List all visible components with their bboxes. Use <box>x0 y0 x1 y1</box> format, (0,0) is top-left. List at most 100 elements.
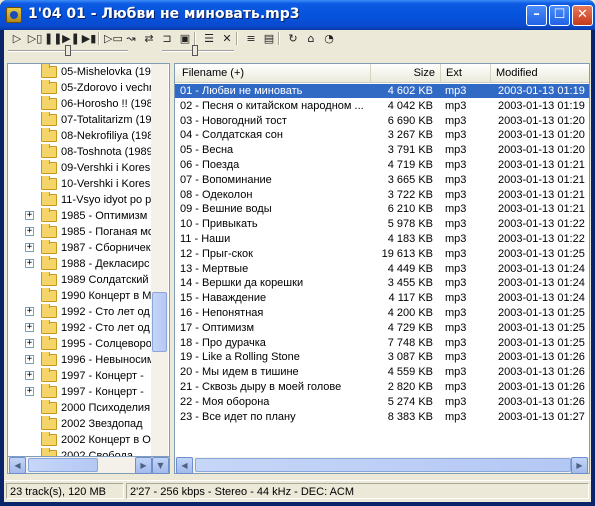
track-row[interactable]: 16 - Непонятная 4 200 KB mp3 2003-01-13 01:… <box>175 306 589 320</box>
track-row[interactable]: 06 - Поезда 4 719 KB mp3 2003-01-13 01:21 <box>175 158 589 172</box>
track-row[interactable]: 17 - Оптимизм 4 729 KB mp3 2003-01-13 01:25 <box>175 321 589 335</box>
list-view-icon[interactable]: ▤ <box>260 32 278 45</box>
column-header[interactable]: Size <box>371 64 441 83</box>
maximize-button[interactable]: ☐ <box>549 5 570 26</box>
tree-item[interactable]: 05-Zdorovo i vechn <box>8 80 151 96</box>
expand-icon[interactable]: + <box>25 227 34 236</box>
tree-item[interactable]: +1992 - Сто лет од <box>8 320 151 336</box>
track-row[interactable]: 04 - Солдатская сон 3 267 KB mp3 2003-01-13… <box>175 128 589 142</box>
next-track-icon[interactable]: ▶❚ <box>62 32 80 45</box>
volume-thumb[interactable] <box>192 45 198 56</box>
track-row[interactable]: 19 - Like a Rolling Stone 3 087 KB mp3 2003… <box>175 350 589 364</box>
track-row[interactable]: 12 - Прыг-скок 19 613 KB mp3 2003-01-13 01:… <box>175 247 589 261</box>
tree-item[interactable]: +1987 - Сборничек <box>8 240 151 256</box>
track-row[interactable]: 13 - Мертвые 4 449 KB mp3 2003-01-13 01:24 <box>175 262 589 276</box>
track-row[interactable]: 11 - Наши 4 183 KB mp3 2003-01-13 01:22 <box>175 232 589 246</box>
tree-item[interactable]: 1990 Концерт в М <box>8 288 151 304</box>
scroll-left-icon[interactable]: ◀ <box>9 457 26 474</box>
tree-item[interactable]: +1988 - Декласирс <box>8 256 151 272</box>
list-scroll-right-icon[interactable]: ▶ <box>571 457 588 474</box>
tree-item[interactable]: 11-Vsyo idyot po pl <box>8 192 151 208</box>
scroll-down-icon[interactable]: ▼ <box>152 457 169 474</box>
tree-item[interactable]: 09-Vershki i Koresh <box>8 160 151 176</box>
close-button[interactable]: ✕ <box>572 5 593 26</box>
tree-item[interactable]: 1989 Солдатский <box>8 272 151 288</box>
tree-item[interactable]: 2000 Психоделия <box>8 400 151 416</box>
track-row[interactable]: 14 - Вершки да корешки 3 455 KB mp3 2003-01… <box>175 276 589 290</box>
tree-item[interactable]: +1985 - Поганая мо <box>8 224 151 240</box>
tree-item[interactable]: 05-Mishelovka (198 <box>8 64 151 80</box>
list-hscroll-thumb[interactable] <box>195 458 571 472</box>
track-row[interactable]: 15 - Наваждение 4 117 KB mp3 2003-01-13 01:… <box>175 291 589 305</box>
tree-item[interactable]: 08-Nekrofiliya (198 <box>8 128 151 144</box>
move-up-icon[interactable]: ⇄ <box>140 32 158 45</box>
list-horizontal-scrollbar[interactable]: ◀ ▶ <box>174 457 590 474</box>
volume-track[interactable] <box>162 50 234 52</box>
jump-icon[interactable]: ↝ <box>122 32 140 45</box>
move-down-icon[interactable]: ⊐ <box>158 32 176 45</box>
tree-item[interactable]: +1996 - Невыносим <box>8 352 151 368</box>
track-row[interactable]: 08 - Одеколон 3 722 KB mp3 2003-01-13 01:21 <box>175 188 589 202</box>
tree-item[interactable]: +1985 - Оптимизм <box>8 208 151 224</box>
expand-icon[interactable]: + <box>25 355 34 364</box>
track-row[interactable]: 22 - Моя оборона 5 274 KB mp3 2003-01-13 01… <box>175 395 589 409</box>
expand-icon[interactable]: + <box>25 211 34 220</box>
expand-icon[interactable]: + <box>25 339 34 348</box>
settings-icon[interactable]: ◔ <box>320 32 338 45</box>
tree-item[interactable]: 2002 Концерт в О <box>8 432 151 448</box>
play-from-icon[interactable]: ▷▯ <box>26 32 44 45</box>
properties-icon[interactable]: ▣ <box>176 32 194 45</box>
track-row[interactable]: 20 - Мы идем в тишине 4 559 KB mp3 2003-01-… <box>175 365 589 379</box>
title-bar[interactable]: 1'04 01 - Любви не миновать.mp3 – ☐ ✕ <box>0 0 595 30</box>
tree-item[interactable]: 08-Toshnota (1989 <box>8 144 151 160</box>
track-list[interactable]: Filename (+) Size Ext Modified 01 - Любви н… <box>174 63 590 474</box>
tree-item[interactable]: 07-Totalitarizm (198 <box>8 112 151 128</box>
expand-icon[interactable]: + <box>25 323 34 332</box>
track-row[interactable]: 09 - Вешние воды 6 210 KB mp3 2003-01-13 01… <box>175 202 589 216</box>
track-row[interactable]: 23 - Все идет по плану 8 383 KB mp3 2003-01… <box>175 410 589 424</box>
folder-tree[interactable]: 05-Mishelovka (198 05-Zdorovo i vechn 06-H… <box>7 63 170 457</box>
expand-icon[interactable]: + <box>25 243 34 252</box>
tree-item[interactable]: +1995 - Солцеворот <box>8 336 151 352</box>
tree-item[interactable]: 10-Vershki i Koresh <box>8 176 151 192</box>
track-row[interactable]: 10 - Привыкать 5 978 KB mp3 2003-01-13 01:2… <box>175 217 589 231</box>
tree-item[interactable]: 2002 Свобода <box>8 448 151 456</box>
tree-hscroll-thumb[interactable] <box>28 458 98 472</box>
expand-icon[interactable]: + <box>25 371 34 380</box>
column-header[interactable]: Ext <box>441 64 491 83</box>
track-row[interactable]: 02 - Песня о китайском народном ... 4 042… <box>175 99 589 113</box>
track-row[interactable]: 01 - Любви не миновать 4 602 KB mp3 2003-01… <box>175 84 589 98</box>
tree-scroll-thumb[interactable] <box>152 292 167 352</box>
stop-rec-icon[interactable]: ▷▭ <box>104 32 123 45</box>
refresh-icon[interactable]: ↻ <box>284 32 302 45</box>
expand-icon[interactable]: + <box>25 259 34 268</box>
tree-vertical-scrollbar[interactable] <box>151 64 168 456</box>
track-row[interactable]: 03 - Новогодний тост 6 690 KB mp3 2003-01-1… <box>175 114 589 128</box>
expand-icon[interactable]: + <box>25 307 34 316</box>
remove-icon[interactable]: ✕ <box>218 32 236 45</box>
pause-icon[interactable]: ❚❚ <box>44 32 62 45</box>
column-header[interactable]: Filename (+) <box>177 64 371 83</box>
expand-icon[interactable]: + <box>25 387 34 396</box>
home-icon[interactable]: ⌂ <box>302 32 320 45</box>
track-row[interactable]: 18 - Про дурачка 7 748 KB mp3 2003-01-13 01… <box>175 336 589 350</box>
record-icon[interactable]: ▶▮ <box>80 32 98 45</box>
minimize-button[interactable]: – <box>526 5 547 26</box>
seek-thumb[interactable] <box>65 45 71 56</box>
tree-horizontal-scrollbar[interactable]: ◀ ▶ ▼ <box>7 457 170 474</box>
tree-item[interactable]: +1992 - Сто лет од <box>8 304 151 320</box>
column-header[interactable]: Modified <box>491 64 589 83</box>
track-row[interactable]: 05 - Весна 3 791 KB mp3 2003-01-13 01:20 <box>175 143 589 157</box>
select-all-icon[interactable]: ☰ <box>200 32 218 45</box>
track-row[interactable]: 21 - Сквозь дыру в моей голове 2 820 KB mp… <box>175 380 589 394</box>
tree-item[interactable]: +1997 - Концерт - <box>8 384 151 400</box>
tree-item[interactable]: +1997 - Концерт - <box>8 368 151 384</box>
list-scroll-left-icon[interactable]: ◀ <box>176 457 193 474</box>
tree-item[interactable]: 2002 Звездопад <box>8 416 151 432</box>
align-icon[interactable]: ≡ <box>242 32 260 45</box>
play-icon[interactable]: ▷ <box>8 32 26 45</box>
tree-item[interactable]: 06-Horosho !! (198 <box>8 96 151 112</box>
app-icon[interactable] <box>6 7 22 23</box>
track-row[interactable]: 07 - Вопоминание 3 665 KB mp3 2003-01-13 01… <box>175 173 589 187</box>
scroll-right-icon[interactable]: ▶ <box>135 457 152 474</box>
